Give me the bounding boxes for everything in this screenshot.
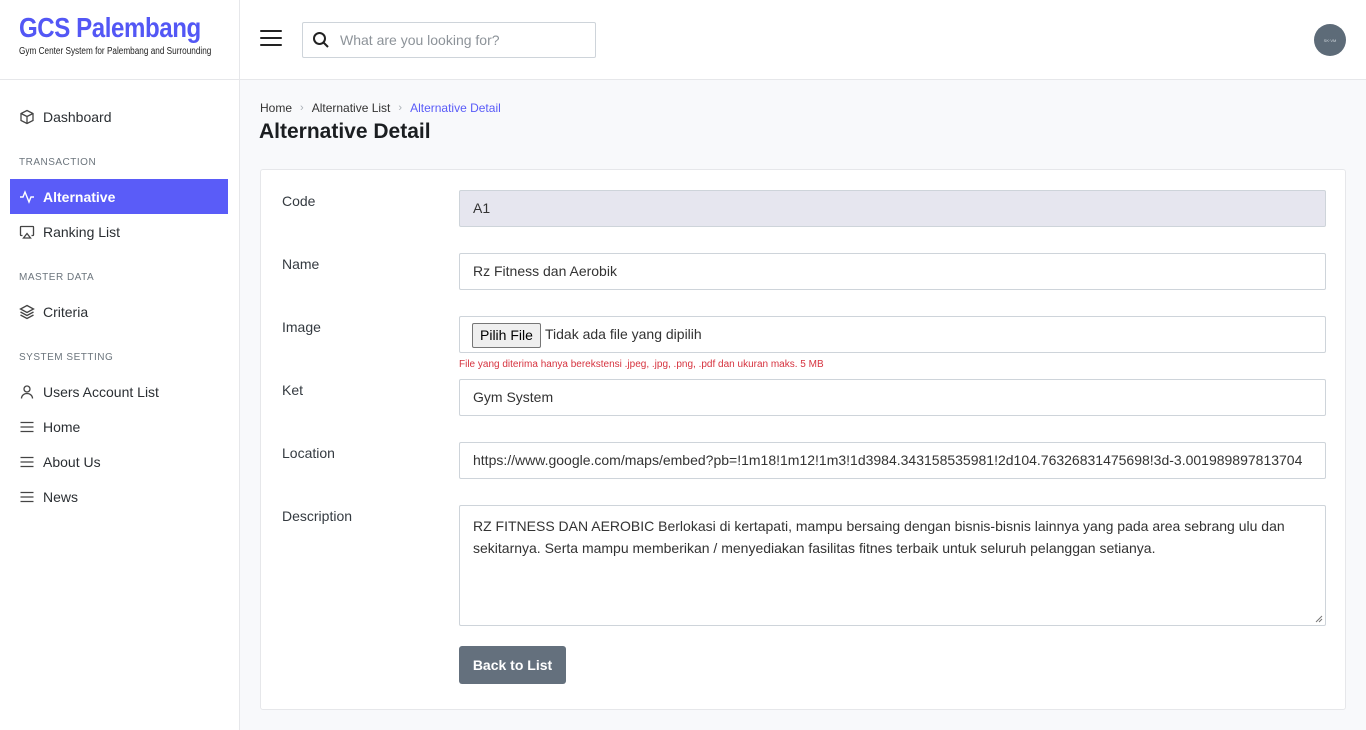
image-file-input[interactable]: Pilih File Tidak ada file yang dipilih	[459, 316, 1326, 353]
sidebar-item-label: Ranking List	[43, 223, 121, 240]
detail-card: Code A1 Name Rz Fitness dan Aerobik Imag…	[260, 169, 1346, 710]
ket-label: Ket	[282, 382, 304, 398]
resize-grip-icon[interactable]	[1315, 615, 1323, 623]
search-icon	[313, 32, 329, 48]
sidebar-item-label: Criteria	[43, 303, 89, 320]
activity-icon	[20, 189, 34, 204]
image-label: Image	[282, 319, 321, 335]
back-to-list-button[interactable]: Back to List	[459, 646, 566, 684]
section-system-setting: SYSTEM SETTING	[19, 352, 114, 363]
sidebar-item-news[interactable]: News	[10, 479, 228, 514]
choose-file-button[interactable]: Pilih File	[472, 323, 541, 348]
sidebar-item-ranking-list[interactable]: Ranking List	[10, 214, 228, 249]
layers-icon	[19, 304, 35, 319]
brand[interactable]: GCS Palembang Gym Center System for Pale…	[0, 0, 239, 80]
breadcrumb-alternative-list[interactable]: Alternative List	[312, 101, 391, 115]
page-title: Alternative Detail	[259, 120, 431, 143]
search-box	[302, 22, 596, 58]
sidebar-item-label: Users Account List	[43, 383, 159, 400]
avatar[interactable]: SK·VM	[1314, 24, 1346, 56]
topbar: SK·VM	[240, 0, 1366, 80]
location-label: Location	[282, 445, 335, 461]
breadcrumb: Home › Alternative List › Alternative De…	[260, 101, 501, 115]
description-label: Description	[282, 508, 353, 524]
code-label: Code	[282, 193, 316, 209]
sidebar-item-label: News	[43, 488, 79, 505]
search-input[interactable]	[340, 32, 580, 48]
brand-title: GCS Palembang	[19, 12, 201, 43]
breadcrumb-current: Alternative Detail	[410, 101, 501, 115]
name-label: Name	[282, 256, 320, 272]
description-textarea[interactable]: RZ FITNESS DAN AEROBIC Berlokasi di kert…	[459, 505, 1326, 626]
menu-icon	[20, 491, 34, 502]
file-status: Tidak ada file yang dipilih	[545, 326, 702, 342]
chevron-right-icon: ›	[300, 102, 304, 114]
brand-subtitle: Gym Center System for Palembang and Surr…	[19, 46, 212, 57]
menu-icon	[20, 456, 34, 467]
description-text: RZ FITNESS DAN AEROBIC Berlokasi di kert…	[473, 518, 1285, 556]
sidebar-item-criteria[interactable]: Criteria	[10, 294, 228, 329]
ket-field[interactable]: Gym System	[459, 379, 1326, 416]
breadcrumb-home[interactable]: Home	[260, 101, 292, 115]
sidebar-item-label: Dashboard	[43, 108, 112, 125]
sidebar-item-dashboard[interactable]: Dashboard	[10, 99, 228, 134]
code-field: A1	[459, 190, 1326, 227]
menu-icon	[20, 421, 34, 432]
airplay-icon	[19, 225, 35, 239]
section-transaction: TRANSACTION	[19, 157, 97, 168]
cube-icon	[20, 109, 34, 124]
sidebar-item-alternative[interactable]: Alternative	[10, 179, 228, 214]
sidebar-item-label: About Us	[43, 453, 101, 470]
sidebar-item-users-account-list[interactable]: Users Account List	[10, 374, 228, 409]
location-field[interactable]: https://www.google.com/maps/embed?pb=!1m…	[459, 442, 1326, 479]
sidebar-item-about-us[interactable]: About Us	[10, 444, 228, 479]
section-master-data: MASTER DATA	[19, 272, 95, 283]
hamburger-menu-icon[interactable]	[260, 30, 282, 48]
sidebar-item-home[interactable]: Home	[10, 409, 228, 444]
user-icon	[20, 384, 34, 399]
image-hint: File yang diterima hanya berekstensi .jp…	[459, 359, 824, 370]
sidebar: GCS Palembang Gym Center System for Pale…	[0, 0, 240, 730]
sidebar-nav: Dashboard TRANSACTION Alternative Rankin…	[0, 80, 239, 514]
chevron-right-icon: ›	[398, 102, 403, 114]
sidebar-item-label: Alternative	[43, 188, 116, 205]
name-field[interactable]: Rz Fitness dan Aerobik	[459, 253, 1326, 290]
sidebar-item-label: Home	[43, 418, 81, 435]
